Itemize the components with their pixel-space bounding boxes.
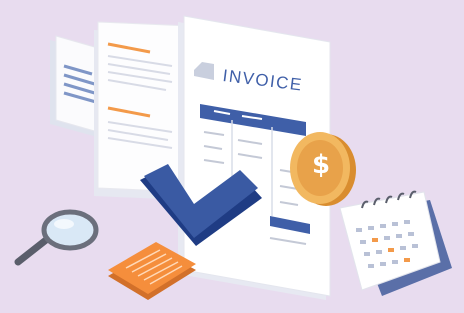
- dollar-symbol: $: [311, 150, 331, 180]
- illustration-canvas: [0, 0, 464, 313]
- invoice-illustration: INVOICE $: [0, 0, 464, 313]
- middle-document-sheet: [94, 21, 191, 200]
